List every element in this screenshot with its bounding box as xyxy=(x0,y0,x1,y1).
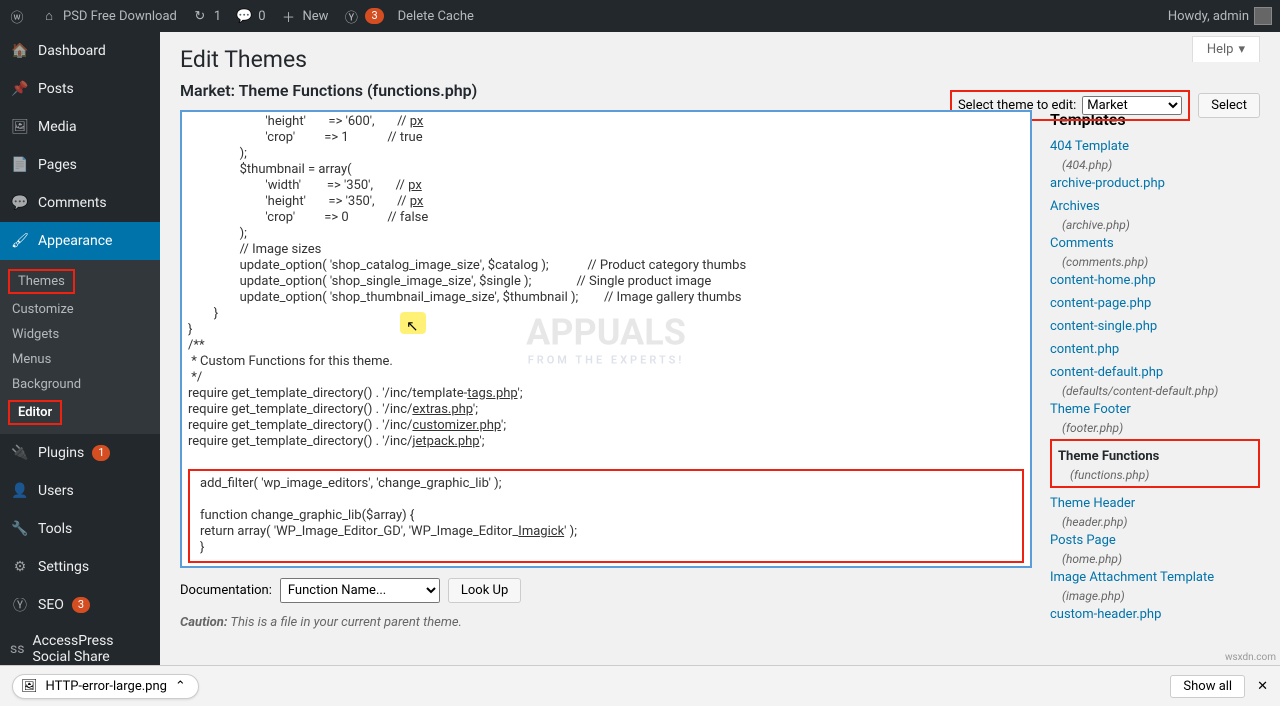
comment-icon: 💬 xyxy=(10,193,30,213)
menu-settings[interactable]: ⚙Settings xyxy=(0,548,160,586)
media-icon: 🖼 xyxy=(10,117,30,137)
menu-accesspress[interactable]: ssAccessPress Social Share xyxy=(0,624,160,665)
submenu-editor[interactable]: Editor xyxy=(8,400,62,425)
brush-icon: 🖌 xyxy=(10,231,30,251)
template-file-sub: (home.php) xyxy=(1050,552,1260,566)
updates-icon: ↻ xyxy=(191,7,209,25)
caution-text: Caution: This is a file in your current … xyxy=(180,615,1032,630)
lookup-button[interactable]: Look Up xyxy=(448,578,521,603)
plugin-icon: 🔌 xyxy=(10,443,30,463)
template-file-link[interactable]: content.php xyxy=(1050,338,1260,361)
submenu-customize[interactable]: Customize xyxy=(0,297,160,322)
documentation-label: Documentation: xyxy=(180,583,272,598)
image-file-icon: 🖼 xyxy=(21,679,38,694)
documentation-select[interactable]: Function Name... xyxy=(280,578,440,603)
menu-plugins[interactable]: 🔌Plugins1 xyxy=(0,434,160,472)
template-file-link[interactable]: Archives xyxy=(1050,195,1260,218)
submenu-background[interactable]: Background xyxy=(0,372,160,397)
submenu-menus[interactable]: Menus xyxy=(0,347,160,372)
template-file-sub: (functions.php) xyxy=(1058,468,1252,482)
template-file-link[interactable]: Theme Footer xyxy=(1050,398,1260,421)
gear-icon: ⚙ xyxy=(10,557,30,577)
plugins-badge: 1 xyxy=(92,445,110,461)
delete-cache-link[interactable]: Delete Cache xyxy=(398,9,474,24)
template-file-link[interactable]: Image Attachment Template xyxy=(1050,566,1260,589)
template-file-link[interactable]: Theme Header xyxy=(1050,492,1260,515)
highlighted-code-box: add_filter( 'wp_image_editors', 'change_… xyxy=(188,469,1024,563)
code-content: 'height' => '600', // px 'crop' => 1 // … xyxy=(182,112,1030,468)
template-file-link[interactable]: Theme Functions xyxy=(1058,445,1252,468)
share-icon: ss xyxy=(10,639,25,659)
footer-watermark: wsxdn.com xyxy=(1225,652,1276,663)
comment-icon: 💬 xyxy=(235,7,253,25)
template-file-sub: (defaults/content-default.php) xyxy=(1050,384,1260,398)
site-name-link[interactable]: ⌂PSD Free Download xyxy=(40,7,177,25)
menu-appearance[interactable]: 🖌Appearance xyxy=(0,222,160,260)
menu-dashboard[interactable]: 🏠Dashboard xyxy=(0,32,160,70)
yoast-icon: Ⓨ xyxy=(342,7,360,25)
close-icon[interactable]: ✕ xyxy=(1257,679,1268,694)
menu-users[interactable]: 👤Users xyxy=(0,472,160,510)
admin-bar: ⓦ ⌂PSD Free Download ↻1 💬0 ＋New Ⓨ3 Delet… xyxy=(0,0,1280,32)
submenu-widgets[interactable]: Widgets xyxy=(0,322,160,347)
chevron-up-icon: ⌃ xyxy=(175,679,186,694)
template-file-link[interactable]: archive-product.php xyxy=(1050,172,1260,195)
template-file-sub: (footer.php) xyxy=(1050,421,1260,435)
wp-logo[interactable]: ⓦ xyxy=(8,7,26,25)
comments-link[interactable]: 💬0 xyxy=(235,7,265,25)
template-file-link[interactable]: Comments xyxy=(1050,232,1260,255)
submenu-themes[interactable]: Themes xyxy=(8,269,75,294)
select-button[interactable]: Select xyxy=(1198,93,1260,118)
yoast-badge: 3 xyxy=(365,8,383,24)
menu-seo[interactable]: ⓎSEO3 xyxy=(0,586,160,624)
download-chip[interactable]: 🖼 HTTP-error-large.png ⌃ xyxy=(12,674,199,699)
templates-panel: Templates 404 Template(404.php)archive-p… xyxy=(1050,110,1260,630)
help-tab[interactable]: Help▾ xyxy=(1192,36,1260,62)
theme-select[interactable]: Market xyxy=(1082,96,1182,115)
template-file-sub: (header.php) xyxy=(1050,515,1260,529)
appearance-submenu: Themes Customize Widgets Menus Backgroun… xyxy=(0,260,160,434)
template-file-link[interactable]: custom-header.php xyxy=(1050,603,1260,626)
menu-comments[interactable]: 💬Comments xyxy=(0,184,160,222)
plus-icon: ＋ xyxy=(280,7,298,25)
download-filename: HTTP-error-large.png xyxy=(46,679,167,694)
page-icon: 📄 xyxy=(10,155,30,175)
admin-sidebar: 🏠Dashboard 📌Posts 🖼Media 📄Pages 💬Comment… xyxy=(0,32,160,665)
menu-posts[interactable]: 📌Posts xyxy=(0,70,160,108)
main-content: Help▾ Edit Themes Market: Theme Function… xyxy=(160,32,1280,665)
template-file-link[interactable]: content-default.php xyxy=(1050,361,1260,384)
template-file-sub: (archive.php) xyxy=(1050,218,1260,232)
template-file-link[interactable]: content-home.php xyxy=(1050,269,1260,292)
howdy-link[interactable]: Howdy, admin xyxy=(1168,7,1272,25)
page-title: Edit Themes xyxy=(180,46,1260,73)
download-bar: 🖼 HTTP-error-large.png ⌃ Show all ✕ xyxy=(0,665,1280,706)
code-editor[interactable]: 'height' => '600', // px 'crop' => 1 // … xyxy=(180,110,1032,568)
dashboard-icon: 🏠 xyxy=(10,41,30,61)
menu-media[interactable]: 🖼Media xyxy=(0,108,160,146)
wordpress-icon: ⓦ xyxy=(8,7,26,25)
template-file-sub: (image.php) xyxy=(1050,589,1260,603)
show-all-button[interactable]: Show all xyxy=(1170,675,1245,698)
template-file-link[interactable]: 404 Template xyxy=(1050,135,1260,158)
template-file-link[interactable]: Posts Page xyxy=(1050,529,1260,552)
seo-badge: 3 xyxy=(72,597,90,613)
wrench-icon: 🔧 xyxy=(10,519,30,539)
avatar xyxy=(1254,7,1272,25)
seo-icon: Ⓨ xyxy=(10,595,30,615)
template-file-sub: (comments.php) xyxy=(1050,255,1260,269)
menu-pages[interactable]: 📄Pages xyxy=(0,146,160,184)
template-file-link[interactable]: content-single.php xyxy=(1050,315,1260,338)
home-icon: ⌂ xyxy=(40,7,58,25)
updates-link[interactable]: ↻1 xyxy=(191,7,221,25)
user-icon: 👤 xyxy=(10,481,30,501)
pin-icon: 📌 xyxy=(10,79,30,99)
chevron-down-icon: ▾ xyxy=(1238,42,1245,57)
new-content-link[interactable]: ＋New xyxy=(280,7,329,25)
template-file-sub: (404.php) xyxy=(1050,158,1260,172)
menu-tools[interactable]: 🔧Tools xyxy=(0,510,160,548)
template-file-link[interactable]: content-page.php xyxy=(1050,292,1260,315)
yoast-link[interactable]: Ⓨ3 xyxy=(342,7,383,25)
